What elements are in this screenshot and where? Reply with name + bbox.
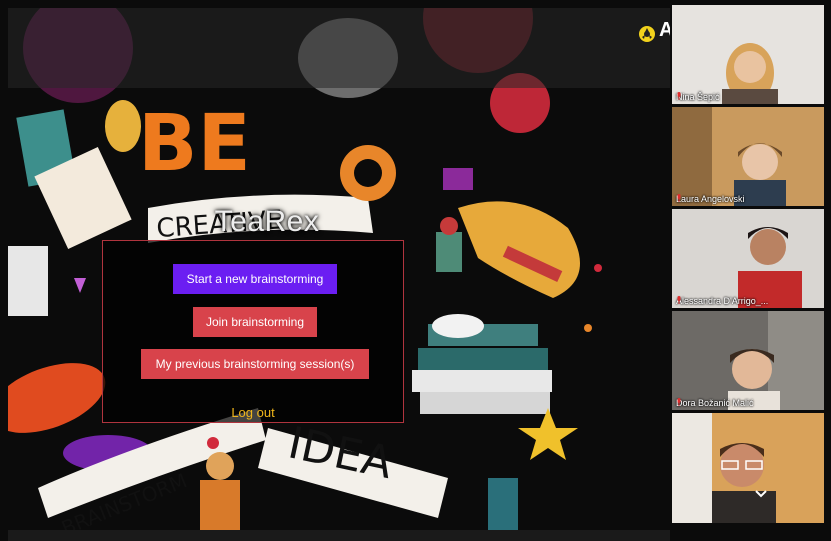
participant-tile[interactable]: Dora Božanić Malić: [672, 311, 824, 410]
mic-muted-icon: [677, 92, 681, 100]
top-overlay-bar: [8, 8, 670, 88]
participant-video: [672, 413, 824, 523]
bottom-strip: [8, 530, 670, 541]
art-be: BE: [138, 99, 251, 189]
previous-sessions-button[interactable]: My previous brainstorming session(s): [141, 349, 369, 379]
participant-video: [672, 5, 824, 104]
participant-name-text: Dora Božanić Malić: [676, 398, 754, 408]
participant-video: [672, 311, 824, 410]
participant-name: Dora Božanić Malić: [676, 398, 754, 408]
mic-muted-icon: [677, 296, 681, 304]
participant-name: Laura Angelovski: [676, 194, 745, 204]
logout-link[interactable]: Log out: [103, 405, 403, 420]
participant-name: Nina Šepić: [676, 92, 720, 102]
participant-video: [672, 107, 824, 206]
participant-name-text: Laura Angelovski: [676, 194, 745, 204]
participant-tile[interactable]: [672, 413, 824, 523]
main-menu-panel: Start a new brainstorming Join brainstor…: [102, 240, 404, 423]
participant-name-text: Alessandra D'Arrigo_...: [676, 296, 769, 306]
participant-list: Nina Šepić Laura Angelovski Alessandra D…: [672, 5, 824, 525]
app-title: TeaRex: [214, 205, 320, 238]
participant-tile[interactable]: Laura Angelovski: [672, 107, 824, 206]
participant-tile[interactable]: Nina Šepić: [672, 5, 824, 104]
participant-tile[interactable]: Alessandra D'Arrigo_...: [672, 209, 824, 308]
participant-video: [672, 209, 824, 308]
mic-muted-icon: [677, 194, 681, 202]
start-brainstorming-button[interactable]: Start a new brainstorming: [173, 264, 337, 294]
top-right-letter: A: [659, 19, 670, 41]
join-brainstorming-button[interactable]: Join brainstorming: [193, 307, 317, 337]
shared-screen: BE CREATIVE BRAINSTORM IDEA A TeaRex Sta…: [8, 8, 670, 530]
participant-name: Alessandra D'Arrigo_...: [676, 296, 768, 306]
chevron-down-icon[interactable]: [754, 489, 768, 499]
participant-name-text: Nina Šepić: [676, 92, 720, 102]
mic-muted-icon: [677, 398, 681, 406]
